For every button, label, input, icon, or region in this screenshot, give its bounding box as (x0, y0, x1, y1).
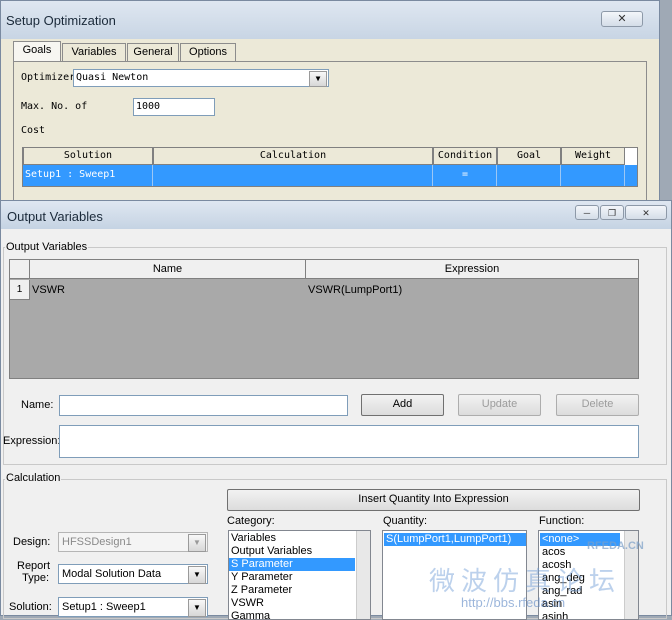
chevron-down-icon[interactable]: ▼ (188, 599, 206, 617)
category-list-item[interactable]: Gamma (229, 610, 355, 619)
row-number[interactable]: 1 (10, 280, 30, 300)
table-header-expression: Expression (306, 260, 638, 279)
row-name-cell[interactable]: VSWR (32, 284, 65, 296)
category-list-item[interactable]: VSWR (229, 597, 355, 610)
grid-divider (152, 165, 153, 186)
watermark-url: http://bbs.rfeda.cn (461, 595, 566, 610)
name-input[interactable] (59, 395, 348, 416)
update-button[interactable]: Update (458, 394, 541, 416)
category-list[interactable]: Variables Output Variables S Parameter Y Pa… (228, 530, 371, 620)
category-label: Category: (227, 515, 275, 527)
category-list-item[interactable]: Y Parameter (229, 571, 355, 584)
grid-divider (624, 165, 625, 186)
insert-quantity-button[interactable]: Insert Quantity Into Expression (227, 489, 640, 511)
category-list-item[interactable]: Z Parameter (229, 584, 355, 597)
table-header-name: Name (30, 260, 306, 279)
chevron-down-icon[interactable]: ▼ (309, 71, 327, 87)
solution-value: Setup1 : Sweep1 (62, 601, 146, 613)
grid-divider (496, 165, 497, 186)
expression-label: Expression: (3, 435, 61, 447)
tab-options[interactable]: Options (180, 43, 236, 61)
grid-cell-solution[interactable]: Setup1 : Sweep1 (25, 169, 115, 180)
close-icon[interactable]: ✕ (601, 11, 643, 27)
watermark-text: 微波仿真论坛 (429, 567, 622, 597)
cost-label: Cost (21, 125, 46, 136)
grid-header-calculation: Calculation (153, 147, 433, 165)
report-type-select[interactable]: Modal Solution Data ▼ (58, 564, 208, 584)
report-type-label-line1: Report (17, 560, 51, 572)
row-expression-cell[interactable]: VSWR(LumpPort1) (308, 284, 402, 296)
grid-divider (560, 165, 561, 186)
design-value: HFSSDesign1 (62, 536, 132, 548)
report-type-label: Report Type: (17, 560, 51, 584)
report-type-value: Modal Solution Data (62, 568, 162, 580)
tab-goals[interactable]: Goals (13, 41, 61, 63)
tab-variables[interactable]: Variables (62, 43, 126, 61)
quantity-list-item[interactable]: S(LumpPort1,LumpPort1) (384, 533, 526, 546)
grid-header-weight: Weight (561, 147, 625, 165)
category-list-item[interactable]: Output Variables (229, 545, 355, 558)
close-icon[interactable]: ✕ (625, 205, 667, 220)
tab-general[interactable]: General (127, 43, 179, 61)
window-title: Setup Optimization (6, 13, 116, 28)
table-corner (10, 260, 30, 279)
design-select[interactable]: HFSSDesign1 ▼ (58, 532, 208, 552)
max-iterations-input[interactable]: 1000 (133, 98, 215, 116)
grid-cell-condition[interactable]: = (433, 169, 497, 180)
max-iterations-label: Max. No. of (21, 101, 88, 112)
optimizer-label: Optimizer (21, 72, 76, 83)
output-variables-group-title: Output Variables (5, 241, 89, 253)
optimizer-value: Quasi Newton (76, 72, 149, 83)
chevron-down-icon[interactable]: ▼ (188, 534, 206, 552)
solution-label: Solution: (9, 601, 52, 613)
grid-header-solution: Solution (23, 147, 153, 165)
delete-button[interactable]: Delete (556, 394, 639, 416)
restore-icon[interactable]: ❐ (600, 205, 624, 220)
add-button[interactable]: Add (361, 394, 444, 416)
output-variables-window: Output Variables ─ ❐ ✕ Output Variables … (0, 200, 672, 620)
function-label: Function: (539, 515, 585, 527)
minimize-icon[interactable]: ─ (575, 205, 599, 220)
grid-header-goal: Goal (497, 147, 561, 165)
design-label: Design: (13, 536, 51, 548)
grid-header-condition: Condition (433, 147, 497, 165)
grid-divider (432, 165, 433, 186)
setup-optimization-titlebar[interactable]: Setup Optimization (1, 1, 659, 39)
solution-select[interactable]: Setup1 : Sweep1 ▼ (58, 597, 208, 617)
watermark-logo: RFEDA.CN (587, 540, 644, 552)
setup-optimization-window: Setup Optimization ✕ Goals Variables Gen… (0, 0, 660, 221)
optimizer-select[interactable]: Quasi Newton ▼ (73, 69, 329, 87)
category-list-item[interactable]: S Parameter (229, 558, 355, 571)
category-list-item[interactable]: Variables (229, 532, 355, 545)
output-variables-titlebar[interactable]: Output Variables (1, 201, 671, 229)
report-type-label-line2: Type: (22, 572, 49, 584)
category-scrollbar[interactable] (356, 531, 370, 619)
chevron-down-icon[interactable]: ▼ (188, 566, 206, 584)
expression-input[interactable] (59, 425, 639, 458)
window-title: Output Variables (7, 209, 103, 224)
quantity-label: Quantity: (383, 515, 428, 527)
calculation-group-title: Calculation (5, 472, 62, 484)
name-label: Name: (21, 399, 54, 411)
